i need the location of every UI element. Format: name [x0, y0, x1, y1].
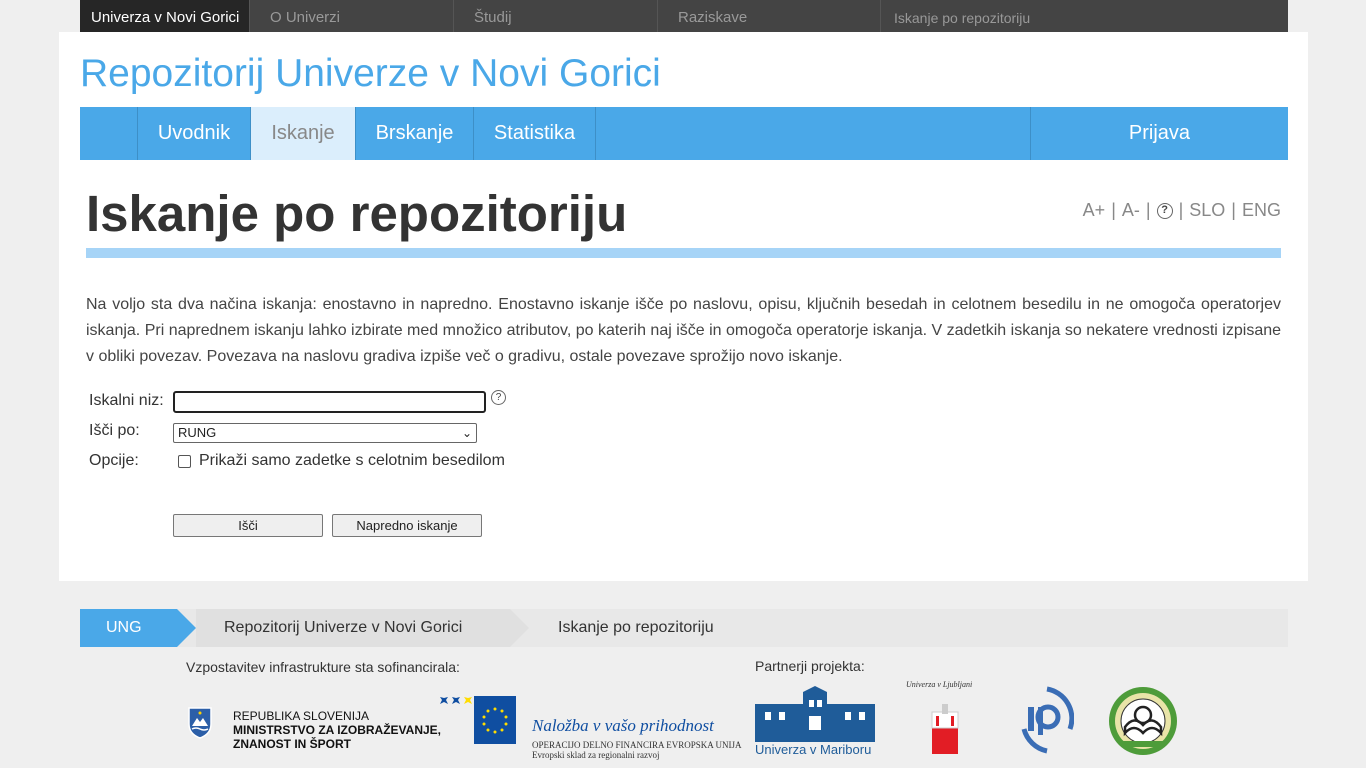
breadcrumb-item-ung[interactable]: UNG [80, 609, 196, 647]
search-input[interactable] [173, 391, 486, 413]
heading-divider [86, 248, 1281, 258]
scope-row: Išči po: RUNG ⌄ [89, 422, 489, 446]
ministry-line-3: ZNANOST IN ŠPORT [233, 737, 352, 751]
page-content: Repozitorij Univerze v Novi Gorici Uvodn… [59, 32, 1308, 581]
nav-home-spacer [80, 107, 138, 160]
query-row: Iskalni niz: ? [89, 390, 529, 416]
buttons-row: Išči Napredno iskanje [89, 514, 489, 538]
primorska-emblem-icon [1021, 686, 1075, 754]
fulltext-checkbox-label[interactable]: Prikaži samo zadetke s celotnim besedilo… [199, 452, 505, 470]
primorska-logo[interactable] [1020, 685, 1075, 755]
maribor-label: Univerza v Mariboru [755, 742, 872, 757]
eu-flag-icon [440, 696, 516, 744]
eu-slogan: Naložba v vašo prihodnost [532, 716, 714, 735]
advanced-search-button[interactable]: Napredno iskanje [332, 514, 482, 537]
tab-statistika[interactable]: Statistika [474, 107, 596, 160]
page-title: Iskanje po repozitoriju [86, 185, 628, 242]
top-link-about[interactable]: O Univerzi [250, 0, 454, 32]
fulltext-checkbox[interactable] [178, 455, 191, 468]
tab-brskanje[interactable]: Brskanje [356, 107, 474, 160]
top-link-university[interactable]: Univerza v Novi Gorici [80, 0, 250, 32]
slovenia-coat-of-arms-icon [188, 707, 212, 739]
breadcrumb: UNG Repozitorij Univerze v Novi Gorici I… [80, 609, 1288, 647]
breadcrumb-item-repository[interactable]: Repozitorij Univerze v Novi Gorici [224, 609, 462, 647]
breadcrumb-item-current: Iskanje po repozitoriju [558, 619, 714, 636]
lang-eng-link[interactable]: ENG [1242, 200, 1281, 221]
top-search-input[interactable]: Iskanje po repozitoriju [881, 0, 1288, 32]
options-label: Opcije: [89, 452, 139, 469]
query-label: Iskalni niz: [89, 392, 164, 409]
ljubljana-label: Univerza v Ljubljani [906, 680, 973, 689]
cofinance-title: Vzpostavitev infrastrukture sta sofinanc… [186, 659, 460, 675]
maribor-logo[interactable]: Univerza v Mariboru [755, 686, 877, 758]
tab-iskanje[interactable]: Iskanje [251, 107, 356, 160]
login-button[interactable]: Prijava [1031, 107, 1288, 160]
top-link-research[interactable]: Raziskave [658, 0, 881, 32]
top-bar: Univerza v Novi Gorici O Univerzi Študij… [80, 0, 1288, 32]
font-larger-link[interactable]: A+ [1083, 200, 1106, 221]
chevron-down-icon: ⌄ [461, 426, 472, 440]
scope-selected-value: RUNG [178, 425, 217, 440]
ministry-line-2: MINISTRSTVO ZA IZOBRAŽEVANJE, [233, 723, 442, 737]
eu-line-1: OPERACIJO DELNO FINANCIRA EVROPSKA UNIJA [532, 740, 742, 750]
nav-spacer [596, 107, 1031, 160]
help-icon[interactable]: ? [1156, 202, 1173, 219]
top-link-study[interactable]: Študij [454, 0, 658, 32]
lang-slo-link[interactable]: SLO [1189, 200, 1225, 221]
ministry-logo[interactable]: REPUBLIKA SLOVENIJA MINISTRSTVO ZA IZOBR… [186, 704, 441, 754]
query-help-icon[interactable]: ? [491, 390, 506, 405]
maribor-building-icon [755, 686, 875, 742]
intro-text: Na voljo sta dva načina iskanja: enostav… [86, 296, 1282, 365]
repository-title[interactable]: Repozitorij Univerze v Novi Gorici [80, 52, 661, 96]
eu-line-2: Evropski sklad za regionalni razvoj [532, 750, 660, 760]
scope-select[interactable]: RUNG ⌄ [173, 423, 477, 443]
sponsors-footer: Vzpostavitev infrastrukture sta sofinanc… [0, 650, 1366, 768]
main-nav: Uvodnik Iskanje Brskanje Statistika Prij… [80, 107, 1288, 160]
accessibility-tools: A+ | A- | ? | SLO | ENG [1082, 200, 1281, 221]
nova-gorica-logo[interactable] [1107, 685, 1179, 757]
search-button[interactable]: Išči [173, 514, 323, 537]
font-smaller-link[interactable]: A- [1122, 200, 1140, 221]
options-row: Opcije: Prikaži samo zadetke s celotnim … [89, 452, 559, 474]
scope-label: Išči po: [89, 422, 140, 439]
ministry-line-1: REPUBLIKA SLOVENIJA [233, 709, 370, 723]
tab-uvodnik[interactable]: Uvodnik [138, 107, 251, 160]
ljubljana-logo[interactable]: Univerza v Ljubljani [906, 680, 982, 760]
ljubljana-emblem-icon [931, 704, 959, 754]
partners-title: Partnerji projekta: [755, 658, 865, 674]
eu-logo[interactable]: Naložba v vašo prihodnost OPERACIJO DELN… [436, 694, 742, 764]
nova-gorica-emblem-icon [1109, 687, 1177, 755]
